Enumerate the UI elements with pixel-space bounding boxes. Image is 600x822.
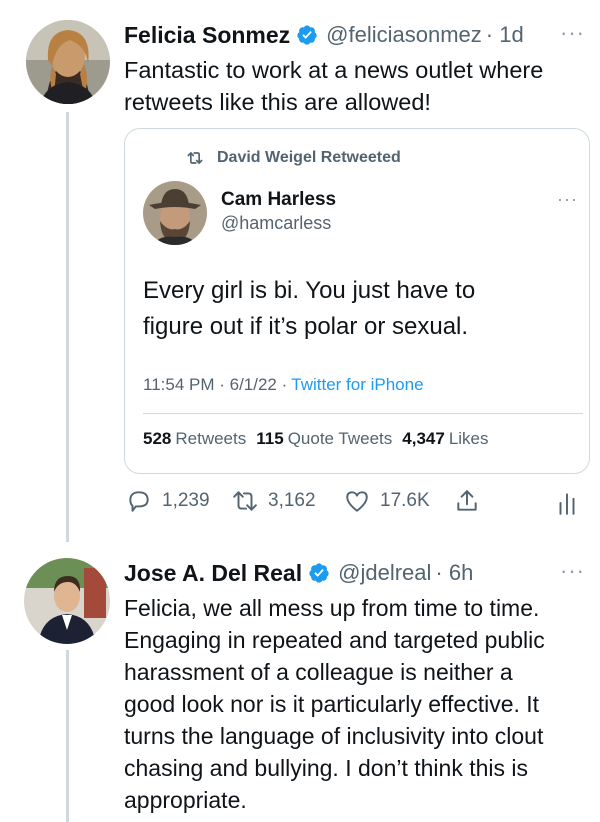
tweet-text: Felicia, we all mess up from time to tim…	[124, 592, 545, 816]
share-icon	[457, 490, 477, 511]
retweet-count: 3,162	[268, 490, 316, 511]
retweet-icon	[233, 491, 257, 511]
more-options-icon[interactable]: ···	[560, 20, 585, 46]
tweet-time[interactable]: · 6h	[435, 560, 473, 586]
tweet2-header: Jose A. Del Real @jdelreal · 6h	[124, 558, 473, 588]
analytics-button[interactable]	[554, 490, 580, 516]
likes-count[interactable]: 4,347	[402, 429, 445, 449]
quoted-author-handle[interactable]: @hamcarless	[221, 213, 331, 234]
avatar[interactable]	[24, 558, 110, 644]
reply-icon	[129, 491, 149, 512]
tweet-text-line: Every girl is bi. You just have to	[143, 277, 476, 304]
author-name[interactable]: Felicia Sonmez	[124, 22, 290, 49]
reply-button[interactable]: 1,239	[126, 488, 210, 514]
quote-tweets-label[interactable]: Quote Tweets	[288, 429, 393, 449]
author-name[interactable]: Jose A. Del Real	[124, 560, 302, 587]
tweet-text-line: appropriate.	[124, 787, 247, 813]
tweet-text-line: chasing and bullying. I don’t think this…	[124, 755, 529, 781]
tweet-source-link[interactable]: Twitter for iPhone	[291, 375, 423, 395]
tweet-text-line: turns the language of inclusivity into c…	[124, 723, 544, 749]
retweet-button[interactable]: 3,162	[232, 488, 316, 514]
tweet-text-line: good look nor is it particularly effecti…	[124, 691, 540, 717]
verified-badge-icon	[309, 563, 329, 583]
quoted-author-name[interactable]: Cam Harless	[221, 189, 336, 211]
tweet1-header: Felicia Sonmez @feliciasonmez · 1d	[124, 20, 524, 50]
retweets-count[interactable]: 528	[143, 429, 171, 449]
avatar[interactable]	[143, 181, 207, 245]
heart-icon	[346, 491, 368, 512]
verified-badge-icon	[297, 25, 317, 45]
like-count: 17.6K	[380, 490, 430, 511]
quoted-tweet-text: Every girl is bi. You just have to figur…	[143, 273, 475, 345]
thread-line	[66, 112, 69, 542]
tweet-time[interactable]: · 1d	[486, 22, 524, 48]
tweet-text-line: retweets like this are allowed!	[124, 89, 431, 115]
tweet-text-line: figure out if it’s polar or sexual.	[143, 313, 469, 340]
like-button[interactable]: 17.6K	[344, 488, 430, 514]
analytics-icon	[559, 493, 575, 515]
quote-tweets-count[interactable]: 115	[256, 429, 283, 449]
tweet-text: Fantastic to work at a news outlet where…	[124, 54, 543, 118]
retweeted-by: David Weigel Retweeted	[185, 147, 401, 169]
likes-label[interactable]: Likes	[449, 429, 489, 449]
share-button[interactable]	[454, 488, 480, 514]
quoted-tweet-meta: 11:54 PM · 6/1/22 · Twitter for iPhone	[143, 375, 424, 395]
tweet-text-line: harassment of a colleague is neither a	[124, 659, 513, 685]
tweet-text-line: Engaging in repeated and targeted public	[124, 627, 545, 653]
author-handle[interactable]: @jdelreal	[338, 560, 431, 586]
retweets-label[interactable]: Retweets	[175, 429, 246, 449]
tweet-text-line: Fantastic to work at a news outlet where	[124, 57, 544, 83]
divider	[143, 413, 583, 414]
thread-line	[66, 650, 69, 822]
retweeted-by-label[interactable]: David Weigel Retweeted	[217, 149, 401, 167]
author-handle[interactable]: @feliciasonmez	[326, 22, 482, 48]
more-options-icon[interactable]: ···	[560, 558, 585, 584]
quoted-tweet-stats: 528 Retweets 115 Quote Tweets 4,347 Like…	[143, 429, 489, 449]
reply-count: 1,239	[162, 490, 210, 511]
quoted-tweet-card[interactable]: David Weigel Retweeted Cam Harless @hamc…	[124, 128, 590, 474]
tweet-text-line: Felicia, we all mess up from time to tim…	[124, 595, 540, 621]
avatar[interactable]	[26, 20, 110, 104]
retweet-icon	[187, 152, 203, 164]
more-options-icon[interactable]: ···	[557, 189, 578, 210]
quoted-tweet-timestamp[interactable]: 11:54 PM · 6/1/22 ·	[143, 375, 287, 395]
